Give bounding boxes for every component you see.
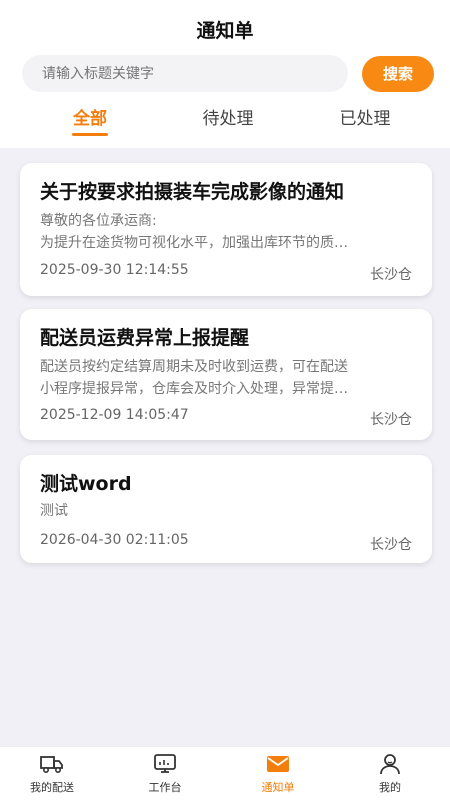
- notice-title: 关于按要求拍摄装车完成影像的通知: [40, 181, 345, 203]
- search-button[interactable]: 搜索: [362, 56, 434, 92]
- notice-location: 长沙仓: [370, 412, 412, 428]
- notice-body: 尊敬的各位承运商: 为提升在途货物可视化水平，加强出库环节的质…: [40, 210, 420, 254]
- nav-label: 工作台: [148, 781, 182, 794]
- nav-workbench[interactable]: 工作台: [120, 747, 210, 800]
- nav-label: 我的: [379, 781, 401, 794]
- tab-pending[interactable]: 待处理: [183, 104, 273, 129]
- nav-mine[interactable]: 我的: [345, 747, 435, 800]
- tab-processed[interactable]: 已处理: [320, 104, 410, 129]
- notice-location: 长沙仓: [370, 537, 412, 553]
- notice-location: 长沙仓: [370, 267, 412, 283]
- page-title: 通知单: [196, 20, 254, 42]
- mail-icon: [267, 756, 289, 772]
- search-input[interactable]: [22, 55, 348, 92]
- header-area: 通知单 搜索 全部 待处理 已处理: [0, 0, 450, 148]
- bottom-nav: 我的配送 工作台 通知单 我的: [0, 746, 450, 800]
- tab-active-indicator: [72, 133, 108, 136]
- nav-label: 我的配送: [30, 781, 74, 794]
- notice-card[interactable]: 关于按要求拍摄装车完成影像的通知 尊敬的各位承运商: 为提升在途货物可视化水平，…: [20, 163, 432, 296]
- user-icon: [380, 754, 400, 775]
- nav-label: 通知单: [261, 781, 295, 794]
- nav-my-delivery[interactable]: 我的配送: [7, 747, 97, 800]
- notice-body-line: 配送员按约定结算周期未及时收到运费，可在配送: [40, 359, 348, 375]
- tab-all[interactable]: 全部: [45, 104, 135, 129]
- notice-time: 2025-12-09 14:05:47: [40, 407, 189, 423]
- notice-time: 2025-09-30 12:14:55: [40, 262, 189, 278]
- nav-notices[interactable]: 通知单: [233, 747, 323, 800]
- truck-icon: [40, 756, 63, 774]
- notice-time: 2026-04-30 02:11:05: [40, 532, 189, 548]
- notice-body: 测试: [40, 500, 420, 522]
- monitor-icon: [154, 754, 176, 773]
- notice-body-line: 测试: [40, 503, 68, 519]
- notice-title: 测试word: [40, 473, 132, 495]
- notice-body-line: 尊敬的各位承运商:: [40, 213, 157, 229]
- notice-card[interactable]: 测试word 测试 2026-04-30 02:11:05 长沙仓: [20, 455, 432, 563]
- notice-body: 配送员按约定结算周期未及时收到运费，可在配送 小程序提报异常，仓库会及时介入处理…: [40, 356, 420, 400]
- notice-card[interactable]: 配送员运费异常上报提醒 配送员按约定结算周期未及时收到运费，可在配送 小程序提报…: [20, 309, 432, 440]
- notice-body-line: 为提升在途货物可视化水平，加强出库环节的质…: [40, 235, 348, 251]
- notice-title: 配送员运费异常上报提醒: [40, 327, 250, 349]
- notice-body-line: 小程序提报异常，仓库会及时介入处理，异常提…: [40, 381, 348, 397]
